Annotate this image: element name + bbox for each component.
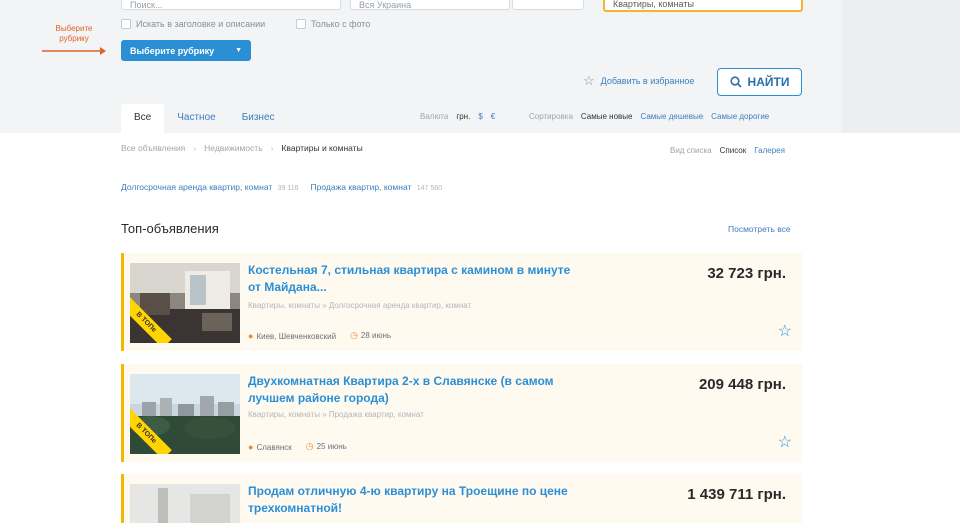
ad-title-link[interactable]: Костельная 7, стильная квартира с камино… [248,262,578,296]
ad-location-text: Славянск [256,442,292,452]
interior-photo-image [130,484,240,523]
star-icon: ☆ [583,73,595,88]
ad-category: Квартиры, комнаты » Долгосрочная аренда … [248,301,472,310]
ad-date-text: 28 июнь [360,331,392,340]
radius-select[interactable] [512,0,584,10]
subcategory-count: 147 560 [416,185,443,192]
top-ads-title: Топ-объявления [121,221,219,236]
currency-label: Валюта [420,112,449,121]
tab-all[interactable]: Все [121,104,165,133]
ad-price: 209 448 грн. [698,376,786,393]
chevron-right-icon: › [270,143,274,153]
ad-price: 1 439 711 грн. [687,486,786,503]
sort-expensive[interactable]: Самые дорогие [711,112,769,121]
sorting-label: Сортировка [529,112,573,121]
star-icon[interactable]: ☆ [778,321,792,341]
annotation-arrow-icon [42,47,106,55]
currency-filter: Валюта грн. $ € [420,112,495,121]
top-ad-card[interactable]: Продам отличную 4-ю квартиру на Троещине… [121,474,802,523]
sorting-filter: Сортировка Самые новые Самые дешевые Сам… [529,112,769,121]
breadcrumb-current: Квартиры и комнаты [281,143,363,153]
currency-option-usd[interactable]: $ [478,112,482,121]
subcategory-label: Долгосрочная аренда квартир, комнат [121,182,273,192]
search-icon [729,76,742,88]
favorites-label: Добавить в избранное [600,76,695,86]
star-icon[interactable]: ☆ [778,432,792,452]
category-value: Квартиры, комнаты [613,0,694,9]
view-gallery[interactable]: Галерея [754,146,785,155]
clock-icon: ◷ [305,441,314,451]
tab-private[interactable]: Частное [164,104,228,133]
see-all-link[interactable]: Посмотреть все [728,224,791,234]
ad-location-text: Киев, Шевченковский [256,331,337,341]
search-input[interactable]: Поиск... [121,0,341,10]
search-placeholder: Поиск... [130,0,163,10]
subcategory-label: Продажа квартир, комнат [310,182,412,192]
ad-date: ◷ 25 июнь [306,441,347,452]
location-pin-icon: ● [248,441,254,452]
location-pin-icon: ● [248,330,254,341]
choose-rubric-button[interactable]: Выберите рубрику ▼ [121,40,251,61]
search-button[interactable]: НАЙТИ [717,68,802,96]
subcategory-links: Долгосрочная аренда квартир, комнат 39 1… [121,182,442,192]
chevron-down-icon: ▼ [235,47,242,54]
chevron-right-icon: › [193,143,197,153]
category-select[interactable]: Квартиры, комнаты [603,0,803,12]
subcategory-link[interactable]: Продажа квартир, комнат 147 560 [311,182,443,192]
ad-location: ● Киев, Шевченковский [248,331,336,341]
subcategory-link[interactable]: Долгосрочная аренда квартир, комнат 39 1… [121,182,299,192]
checkbox-box[interactable] [296,19,306,29]
breadcrumb-item[interactable]: Недвижимость [204,143,262,153]
tab-business[interactable]: Бизнес [229,104,288,133]
currency-option-eur[interactable]: € [491,112,495,121]
city-placeholder: Вся Украина [359,0,412,10]
view-switch: Вид списка Список Галерея [670,146,785,155]
view-list[interactable]: Список [720,146,747,155]
subcategory-count: 39 116 [277,185,299,192]
view-label: Вид списка [670,146,712,155]
choose-rubric-label: Выберите рубрику [130,45,215,56]
city-input[interactable]: Вся Украина [350,0,510,10]
only-photo-checkbox[interactable]: Только с фото [296,19,370,29]
ad-location: ● Славянск [248,442,292,452]
ad-meta: ● Славянск ◷ 25 июнь [248,441,347,452]
ad-category: Квартиры, комнаты » Продажа квартир, ком… [248,410,424,419]
ad-price: 32 723 грн. [707,265,786,282]
sort-newest[interactable]: Самые новые [581,112,633,121]
ad-meta: ● Киев, Шевченковский ◷ 28 июнь [248,330,391,341]
search-in-description-checkbox[interactable]: Искать в заголовке и описании [121,19,265,29]
ad-date-text: 25 июнь [316,442,347,451]
breadcrumb: Все объявления › Недвижимость › Квартиры… [121,143,363,153]
header-right-edge [842,0,960,133]
sort-cheapest[interactable]: Самые дешевые [640,112,703,121]
top-ad-card[interactable]: В ТОПе Костельная 7, стильная квартира с… [121,253,802,351]
ad-photo[interactable]: В ТОПе [130,374,240,454]
search-button-label: НАЙТИ [747,75,790,89]
ad-title-link[interactable]: Двухкомнатная Квартира 2-х в Славянске (… [248,373,578,407]
ad-date: ◷ 28 июнь [350,330,391,341]
clock-icon: ◷ [350,330,358,340]
breadcrumb-item[interactable]: Все объявления [121,143,185,153]
add-to-favorites-link[interactable]: ☆ Добавить в избранное [583,73,694,89]
ad-photo[interactable]: В ТОПе [130,263,240,343]
checkbox-label: Только с фото [311,19,371,29]
checkbox-label: Искать в заголовке и описании [136,19,266,29]
ad-title-link[interactable]: Продам отличную 4-ю квартиру на Троещине… [248,483,578,517]
annotation-text: Выберите рубрику [55,24,93,43]
seller-tabs: Все Частное Бизнес [121,104,288,133]
ad-photo[interactable] [130,484,240,523]
currency-option-uah[interactable]: грн. [456,112,470,121]
top-ad-card[interactable]: В ТОПе Двухкомнатная Квартира 2-х в Слав… [121,364,802,462]
checkbox-box[interactable] [121,19,131,29]
